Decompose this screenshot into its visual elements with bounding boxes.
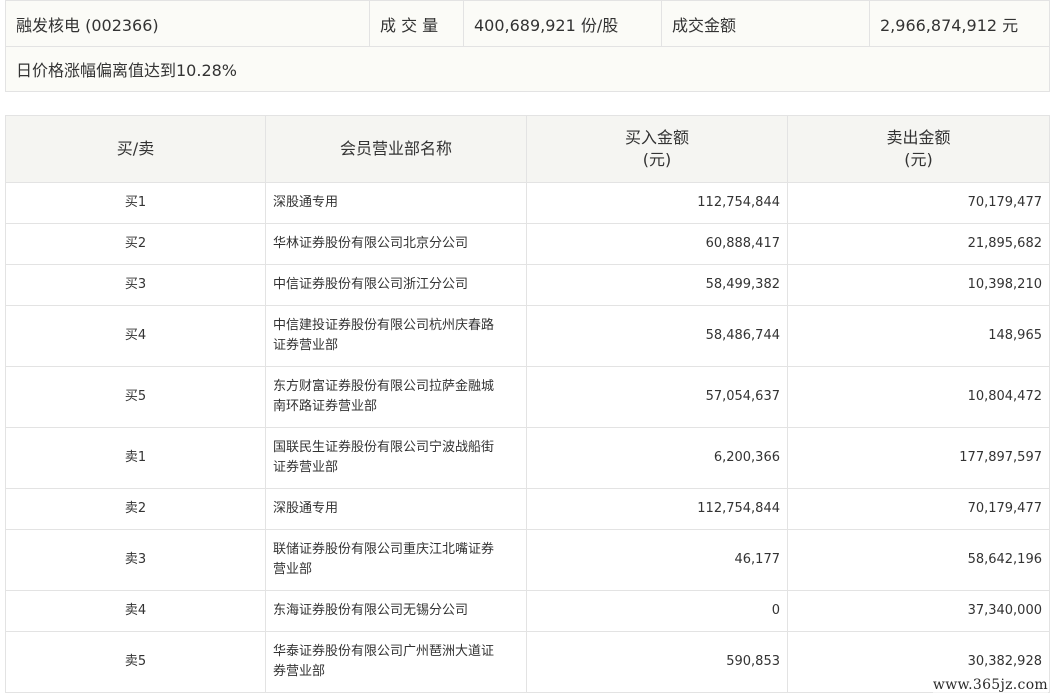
stock-summary-table: 融发核电 (002366) 成 交 量 400,689,921 份/股 成交金额… (5, 0, 1050, 92)
header-buy-unit: (元) (642, 150, 672, 169)
row-broker: 东方财富证券股份有限公司拉萨金融城 南环路证券营业部 (265, 366, 527, 428)
table-header-row: 买/卖 会员营业部名称 买入金额 (元) 卖出金额 (元) (5, 115, 1050, 183)
amount-label: 成交金额 (661, 0, 870, 47)
row-broker: 国联民生证券股份有限公司宁波战船街 证券营业部 (265, 427, 527, 489)
row-broker: 东海证券股份有限公司无锡分公司 (265, 590, 527, 632)
row-broker-line: 营业部 (273, 562, 313, 577)
trading-detail-table: 买/卖 会员营业部名称 买入金额 (元) 卖出金额 (元) 买1 深股通专用 1… (5, 115, 1050, 693)
row-side: 卖5 (5, 631, 266, 693)
row-broker-line: 证券营业部 (273, 460, 339, 475)
row-buy-amount: 60,888,417 (526, 223, 788, 265)
row-sell-amount: 148,965 (787, 305, 1050, 367)
header-broker: 会员营业部名称 (265, 115, 527, 183)
table-row: 卖3 联储证券股份有限公司重庆江北嘴证券 营业部 46,177 58,642,1… (5, 529, 1050, 591)
header-side-label: 买/卖 (116, 139, 155, 158)
row-broker-line: 国联民生证券股份有限公司宁波战船街 (273, 440, 495, 455)
reason-row: 日价格涨幅偏离值达到10.28% (5, 46, 1050, 92)
header-side: 买/卖 (5, 115, 266, 183)
table-row: 买4 中信建投证券股份有限公司杭州庆春路 证券营业部 58,486,744 14… (5, 305, 1050, 367)
header-sell-label: 卖出金额 (886, 128, 951, 147)
row-sell-amount: 21,895,682 (787, 223, 1050, 265)
row-broker: 中信建投证券股份有限公司杭州庆春路 证券营业部 (265, 305, 527, 367)
row-broker-line: 南环路证券营业部 (273, 399, 378, 414)
row-broker-line: 华泰证券股份有限公司广州琶洲大道证 (273, 644, 495, 659)
row-sell-amount: 58,642,196 (787, 529, 1050, 591)
table-row: 买2 华林证券股份有限公司北京分公司 60,888,417 21,895,682 (5, 223, 1050, 265)
row-side: 买5 (5, 366, 266, 428)
row-buy-amount: 590,853 (526, 631, 788, 693)
site-watermark: www.365jz.com (932, 677, 1048, 693)
row-side: 卖3 (5, 529, 266, 591)
table-row: 买1 深股通专用 112,754,844 70,179,477 (5, 182, 1050, 224)
header-sell-amount: 卖出金额 (元) (787, 115, 1050, 183)
row-sell-amount: 70,179,477 (787, 182, 1050, 224)
table-row: 卖5 华泰证券股份有限公司广州琶洲大道证 券营业部 590,853 30,382… (5, 631, 1050, 693)
volume-label: 成 交 量 (369, 0, 464, 47)
row-broker-line: 券营业部 (273, 664, 326, 679)
summary-row: 融发核电 (002366) 成 交 量 400,689,921 份/股 成交金额… (5, 0, 1050, 47)
header-buy-label: 买入金额 (624, 128, 689, 147)
row-buy-amount: 46,177 (526, 529, 788, 591)
row-broker: 联储证券股份有限公司重庆江北嘴证券 营业部 (265, 529, 527, 591)
row-broker: 深股通专用 (265, 182, 527, 224)
stock-name: 融发核电 (002366) (5, 0, 370, 47)
table-row: 买3 中信证券股份有限公司浙江分公司 58,499,382 10,398,210 (5, 264, 1050, 306)
row-buy-amount: 112,754,844 (526, 182, 788, 224)
row-side: 卖4 (5, 590, 266, 632)
row-broker-line: 东方财富证券股份有限公司拉萨金融城 (273, 379, 495, 394)
row-sell-amount: 10,398,210 (787, 264, 1050, 306)
listing-reason: 日价格涨幅偏离值达到10.28% (5, 46, 1050, 92)
row-buy-amount: 6,200,366 (526, 427, 788, 489)
header-buy-amount: 买入金额 (元) (526, 115, 788, 183)
table-row: 卖4 东海证券股份有限公司无锡分公司 0 37,340,000 (5, 590, 1050, 632)
table-row: 卖1 国联民生证券股份有限公司宁波战船街 证券营业部 6,200,366 177… (5, 427, 1050, 489)
row-sell-amount: 177,897,597 (787, 427, 1050, 489)
row-side: 买4 (5, 305, 266, 367)
row-broker: 华林证券股份有限公司北京分公司 (265, 223, 527, 265)
volume-value: 400,689,921 份/股 (463, 0, 662, 47)
row-sell-amount: 37,340,000 (787, 590, 1050, 632)
row-broker-line: 证券营业部 (273, 338, 339, 353)
row-side: 卖2 (5, 488, 266, 530)
row-buy-amount: 112,754,844 (526, 488, 788, 530)
amount-value: 2,966,874,912 元 (869, 0, 1050, 47)
row-buy-amount: 57,054,637 (526, 366, 788, 428)
row-side: 买2 (5, 223, 266, 265)
row-sell-amount: 10,804,472 (787, 366, 1050, 428)
header-sell-unit: (元) (904, 150, 933, 169)
row-broker-line: 联储证券股份有限公司重庆江北嘴证券 (273, 542, 495, 557)
row-side: 卖1 (5, 427, 266, 489)
row-broker-line: 中信建投证券股份有限公司杭州庆春路 (273, 318, 495, 333)
row-broker: 深股通专用 (265, 488, 527, 530)
row-side: 买3 (5, 264, 266, 306)
row-buy-amount: 0 (526, 590, 788, 632)
row-broker: 中信证券股份有限公司浙江分公司 (265, 264, 527, 306)
table-row: 卖2 深股通专用 112,754,844 70,179,477 (5, 488, 1050, 530)
table-row: 买5 东方财富证券股份有限公司拉萨金融城 南环路证券营业部 57,054,637… (5, 366, 1050, 428)
header-broker-label: 会员营业部名称 (339, 139, 452, 158)
row-buy-amount: 58,486,744 (526, 305, 788, 367)
row-buy-amount: 58,499,382 (526, 264, 788, 306)
row-sell-amount: 70,179,477 (787, 488, 1050, 530)
row-broker: 华泰证券股份有限公司广州琶洲大道证 券营业部 (265, 631, 527, 693)
row-side: 买1 (5, 182, 266, 224)
